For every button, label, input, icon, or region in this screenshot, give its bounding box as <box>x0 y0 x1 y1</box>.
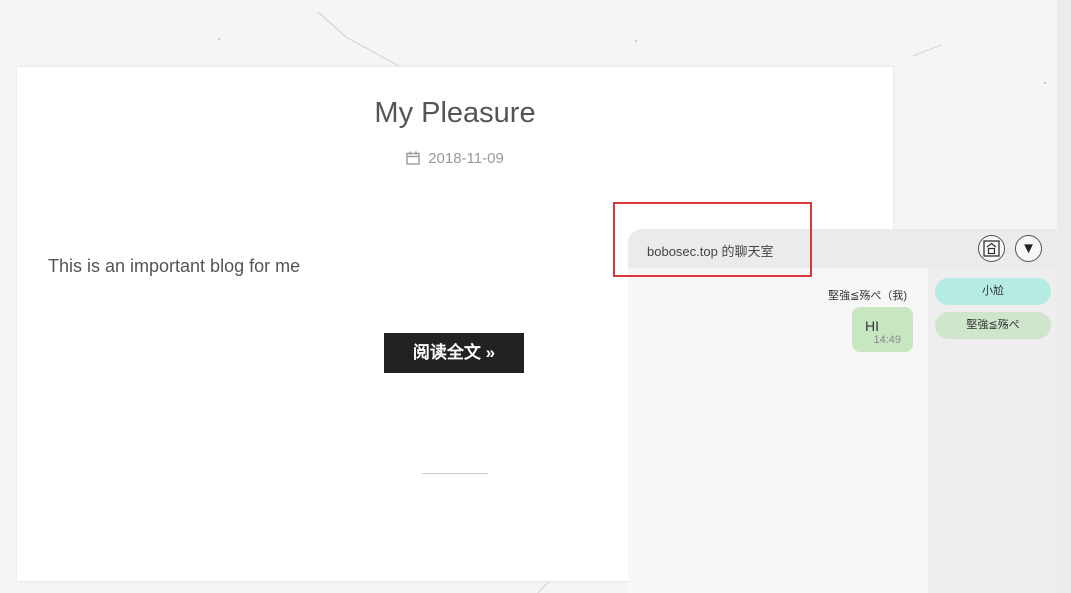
room-icon[interactable] <box>978 235 1005 262</box>
message-time: 14:49 <box>873 334 901 346</box>
user-item[interactable]: 堅強≦殇ぺ <box>935 312 1051 339</box>
post-divider <box>422 473 488 474</box>
message-text: HI <box>865 318 879 334</box>
collapse-down-icon[interactable]: ▼ <box>1015 235 1042 262</box>
calendar-icon <box>406 151 420 169</box>
chat-header[interactable]: bobosec.top 的聊天室 ▼ <box>628 229 1057 268</box>
post-date: 2018-11-09 <box>428 150 504 167</box>
post-title[interactable]: My Pleasure <box>17 97 893 130</box>
post-excerpt: This is an important blog for me <box>48 256 301 276</box>
user-item[interactable]: 小尬 <box>935 278 1051 305</box>
message-bubble: HI 14:49 <box>852 307 913 352</box>
page-scrollbar[interactable] <box>1057 0 1071 593</box>
chat-message-list: 堅強≦殇ぺ（我) HI 14:49 <box>628 268 928 593</box>
read-more-button[interactable]: 阅读全文 » <box>384 333 524 373</box>
message-sender: 堅強≦殇ぺ（我) <box>828 290 907 302</box>
chat-title: bobosec.top 的聊天室 <box>647 244 774 259</box>
chat-widget: bobosec.top 的聊天室 ▼ 堅強≦殇ぺ（我) HI 14:49 小尬 … <box>628 229 1057 593</box>
chat-user-list: 小尬 堅強≦殇ぺ <box>928 268 1057 593</box>
post-meta: 2018-11-09 <box>17 150 893 169</box>
